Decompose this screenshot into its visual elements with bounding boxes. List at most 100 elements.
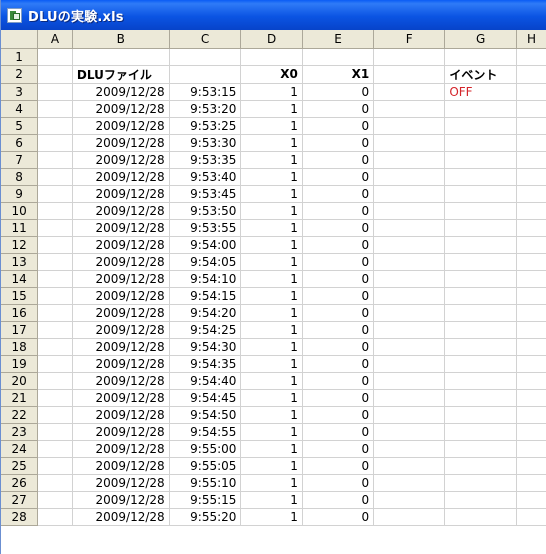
cell[interactable] xyxy=(37,134,73,152)
cell-x0[interactable]: 1 xyxy=(240,423,303,441)
row-header[interactable]: 4 xyxy=(1,100,39,118)
cell-time[interactable]: 9:53:50 xyxy=(169,202,242,220)
cell[interactable] xyxy=(373,48,446,66)
column-header-d[interactable]: D xyxy=(240,30,303,49)
cell-time[interactable]: 9:54:25 xyxy=(169,321,242,339)
cell[interactable] xyxy=(37,406,73,424)
cell[interactable] xyxy=(516,270,546,288)
cell[interactable] xyxy=(444,372,518,390)
cell-date[interactable]: 2009/12/28 xyxy=(72,270,170,288)
cell[interactable] xyxy=(516,406,546,424)
row-header[interactable]: 6 xyxy=(1,134,39,152)
cell-header-dlu-file[interactable]: DLUファイル xyxy=(72,65,170,84)
cell-time[interactable]: 9:55:00 xyxy=(169,440,242,458)
cell-x1[interactable]: 0 xyxy=(302,304,375,322)
cell[interactable] xyxy=(444,474,518,492)
cell[interactable] xyxy=(37,457,73,475)
column-header-h[interactable]: H xyxy=(516,30,546,49)
cell[interactable] xyxy=(516,202,546,220)
cell-time[interactable]: 9:54:35 xyxy=(169,355,242,373)
cell-x0[interactable]: 1 xyxy=(240,270,303,288)
cell-x0[interactable]: 1 xyxy=(240,440,303,458)
cell-x0[interactable]: 1 xyxy=(240,117,303,135)
spreadsheet-grid[interactable]: A B C D E F G H 1 2 DLUファイル X0 X1 イベント 3… xyxy=(1,30,546,554)
cell-time[interactable]: 9:55:20 xyxy=(169,508,242,526)
row-header[interactable]: 21 xyxy=(1,389,39,407)
cell[interactable] xyxy=(516,457,546,475)
cell-date[interactable]: 2009/12/28 xyxy=(72,168,170,186)
cell[interactable] xyxy=(444,423,518,441)
cell-time[interactable]: 9:55:10 xyxy=(169,474,242,492)
cell[interactable] xyxy=(444,338,518,356)
cell-time[interactable]: 9:53:30 xyxy=(169,134,242,152)
cell-x0[interactable]: 1 xyxy=(240,491,303,509)
cell[interactable] xyxy=(444,48,518,66)
cell[interactable] xyxy=(516,151,546,169)
cell-date[interactable]: 2009/12/28 xyxy=(72,440,170,458)
cell[interactable] xyxy=(373,508,446,526)
cell-date[interactable]: 2009/12/28 xyxy=(72,100,170,118)
cell-x0[interactable]: 1 xyxy=(240,83,303,101)
row-header[interactable]: 14 xyxy=(1,270,39,288)
cell-x0[interactable]: 1 xyxy=(240,236,303,254)
cell[interactable] xyxy=(373,440,446,458)
cell-x1[interactable]: 0 xyxy=(302,457,375,475)
cell-x1[interactable]: 0 xyxy=(302,151,375,169)
cell[interactable] xyxy=(516,219,546,237)
cell[interactable] xyxy=(37,321,73,339)
cell-x0[interactable]: 1 xyxy=(240,168,303,186)
cell-x0[interactable]: 1 xyxy=(240,185,303,203)
cell-date[interactable]: 2009/12/28 xyxy=(72,474,170,492)
cell-x1[interactable]: 0 xyxy=(302,100,375,118)
cell[interactable] xyxy=(373,83,446,101)
cell[interactable] xyxy=(37,65,73,84)
cell-x0[interactable]: 1 xyxy=(240,202,303,220)
column-header-f[interactable]: F xyxy=(373,30,446,49)
cell[interactable] xyxy=(302,48,375,66)
select-all-corner[interactable] xyxy=(1,30,39,49)
row-header[interactable]: 12 xyxy=(1,236,39,254)
cell-x0[interactable]: 1 xyxy=(240,253,303,271)
cell-x1[interactable]: 0 xyxy=(302,389,375,407)
cell-x1[interactable]: 0 xyxy=(302,117,375,135)
cell-time[interactable]: 9:55:15 xyxy=(169,491,242,509)
cell[interactable] xyxy=(444,457,518,475)
cell-time[interactable]: 9:54:15 xyxy=(169,287,242,305)
row-header[interactable]: 2 xyxy=(1,65,39,84)
cell-time[interactable]: 9:54:00 xyxy=(169,236,242,254)
cell-x1[interactable]: 0 xyxy=(302,406,375,424)
cell-x0[interactable]: 1 xyxy=(240,508,303,526)
row-header[interactable]: 25 xyxy=(1,457,39,475)
row-header[interactable]: 26 xyxy=(1,474,39,492)
row-header[interactable]: 24 xyxy=(1,440,39,458)
cell-x1[interactable]: 0 xyxy=(302,321,375,339)
cell[interactable] xyxy=(516,236,546,254)
cell-date[interactable]: 2009/12/28 xyxy=(72,321,170,339)
cell[interactable] xyxy=(444,508,518,526)
title-bar[interactable]: DLUの実験.xls xyxy=(1,0,546,30)
row-header[interactable]: 13 xyxy=(1,253,39,271)
cell[interactable] xyxy=(37,491,73,509)
cell-date[interactable]: 2009/12/28 xyxy=(72,423,170,441)
cell-time[interactable]: 9:53:45 xyxy=(169,185,242,203)
cell[interactable] xyxy=(373,406,446,424)
cell[interactable] xyxy=(444,253,518,271)
cell[interactable] xyxy=(516,389,546,407)
cell[interactable] xyxy=(37,355,73,373)
cell[interactable] xyxy=(37,338,73,356)
cell[interactable] xyxy=(516,48,546,66)
cell[interactable] xyxy=(444,287,518,305)
cell[interactable] xyxy=(37,270,73,288)
row-header[interactable]: 3 xyxy=(1,83,39,101)
cell[interactable] xyxy=(516,100,546,118)
cell-date[interactable]: 2009/12/28 xyxy=(72,151,170,169)
cell[interactable] xyxy=(72,48,170,66)
cell[interactable] xyxy=(444,151,518,169)
row-header[interactable]: 8 xyxy=(1,168,39,186)
cell[interactable] xyxy=(444,355,518,373)
cell-time[interactable]: 9:54:40 xyxy=(169,372,242,390)
row-header[interactable]: 1 xyxy=(1,48,39,66)
cell-x0[interactable]: 1 xyxy=(240,406,303,424)
cell[interactable] xyxy=(37,440,73,458)
cell[interactable] xyxy=(444,321,518,339)
